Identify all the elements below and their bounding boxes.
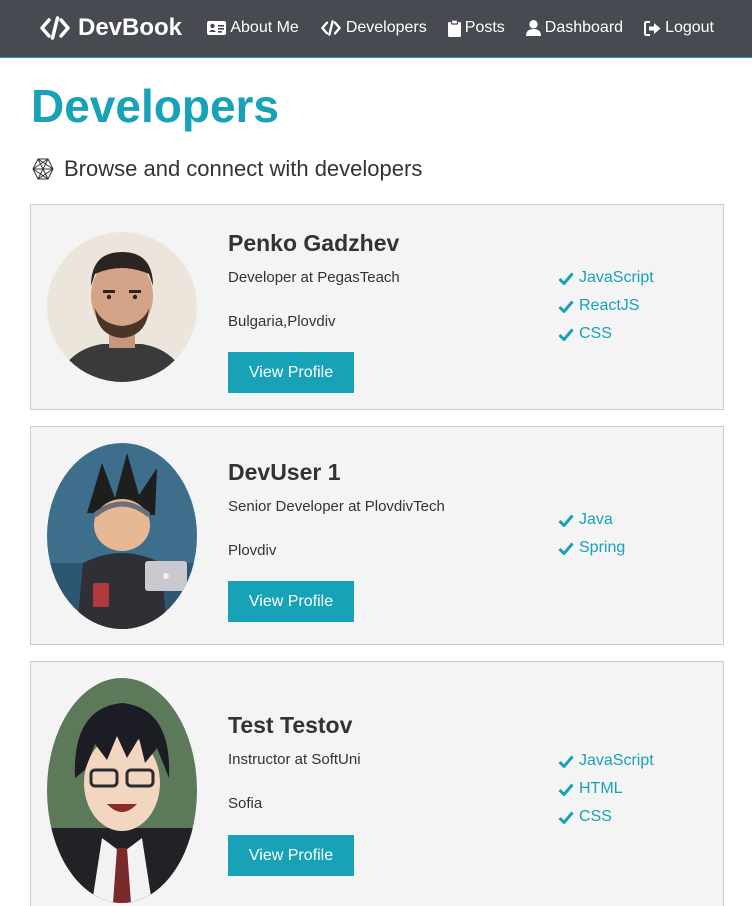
avatar[interactable] <box>47 232 197 382</box>
profile-location: Sofia <box>228 795 263 812</box>
code-icon <box>40 16 70 40</box>
nav-about-me[interactable]: About Me <box>207 19 299 37</box>
profile-name: Test Testov <box>228 712 353 738</box>
skill-label: Java <box>579 511 613 528</box>
profile-status: Developer at PegasTeach <box>228 269 400 286</box>
nav-logout-label: Logout <box>665 19 714 36</box>
profile-status: Instructor at SoftUni <box>228 751 361 768</box>
check-icon <box>558 272 574 285</box>
clipboard-icon <box>447 19 461 37</box>
skill-item: ReactJS <box>558 292 654 320</box>
skill-item: CSS <box>558 803 654 831</box>
check-icon <box>558 811 574 824</box>
nav-developers-label: Developers <box>345 19 427 36</box>
check-icon <box>558 542 574 555</box>
view-profile-button[interactable]: View Profile <box>228 835 354 876</box>
skill-label: JavaScript <box>579 752 654 769</box>
skill-label: CSS <box>579 325 612 342</box>
nav-posts-label: Posts <box>464 19 505 36</box>
profile-name: Penko Gadzhev <box>228 230 400 256</box>
avatar-image <box>47 678 197 903</box>
connectdevelop-icon <box>32 158 54 180</box>
profile-name: DevUser 1 <box>228 459 341 485</box>
avatar[interactable] <box>47 678 197 903</box>
skill-item: Spring <box>558 534 625 562</box>
avatar-image <box>47 232 197 382</box>
code-icon <box>320 20 341 36</box>
page-lead: Browse and connect with developers <box>31 154 422 184</box>
profile-card: Test Testov Instructor at SoftUni Sofia … <box>30 661 724 906</box>
skills-list: JavaScript ReactJS CSS <box>558 264 654 348</box>
nav-posts[interactable]: Posts <box>447 19 505 37</box>
profile-card: Penko Gadzhev Developer at PegasTeach Bu… <box>30 204 724 410</box>
nav-links: About Me Developers Posts Dashboard Logo… <box>207 0 714 56</box>
nav-dashboard-label: Dashboard <box>544 19 624 36</box>
check-icon <box>558 514 574 527</box>
profile-location: Plovdiv <box>228 542 277 559</box>
skill-item: Java <box>558 506 625 534</box>
sign-out-icon <box>644 20 661 36</box>
brand-link[interactable]: DevBook <box>40 12 182 44</box>
check-icon <box>558 300 574 313</box>
skills-list: JavaScript HTML CSS <box>558 747 654 831</box>
skill-label: CSS <box>579 808 612 825</box>
nav-developers[interactable]: Developers <box>320 19 427 37</box>
page-title: Developers <box>31 80 280 132</box>
navbar: DevBook About Me Developers Posts Dashbo… <box>0 0 752 58</box>
nav-logout[interactable]: Logout <box>644 19 714 37</box>
profile-status: Senior Developer at PlovdivTech <box>228 498 445 515</box>
id-card-icon <box>207 21 227 35</box>
nav-about-me-label: About Me <box>230 19 299 36</box>
skill-label: JavaScript <box>579 269 654 286</box>
avatar-image <box>47 443 197 629</box>
skill-item: HTML <box>558 775 654 803</box>
skills-list: Java Spring <box>558 506 625 562</box>
skill-label: HTML <box>579 780 623 797</box>
skill-label: ReactJS <box>579 297 640 314</box>
skill-item: JavaScript <box>558 264 654 292</box>
brand-label: DevBook <box>78 14 183 41</box>
skill-label: Spring <box>579 539 626 556</box>
page-lead-text: Browse and connect with developers <box>64 156 423 181</box>
avatar[interactable] <box>47 443 197 629</box>
nav-dashboard[interactable]: Dashboard <box>525 19 624 37</box>
check-icon <box>558 783 574 796</box>
view-profile-button[interactable]: View Profile <box>228 581 354 622</box>
check-icon <box>558 328 574 341</box>
skill-item: JavaScript <box>558 747 654 775</box>
profile-card: DevUser 1 Senior Developer at PlovdivTec… <box>30 426 724 645</box>
profile-location: Bulgaria,Plovdiv <box>228 313 336 330</box>
view-profile-button[interactable]: View Profile <box>228 352 354 393</box>
skill-item: CSS <box>558 320 654 348</box>
check-icon <box>558 755 574 768</box>
user-icon <box>525 20 541 36</box>
